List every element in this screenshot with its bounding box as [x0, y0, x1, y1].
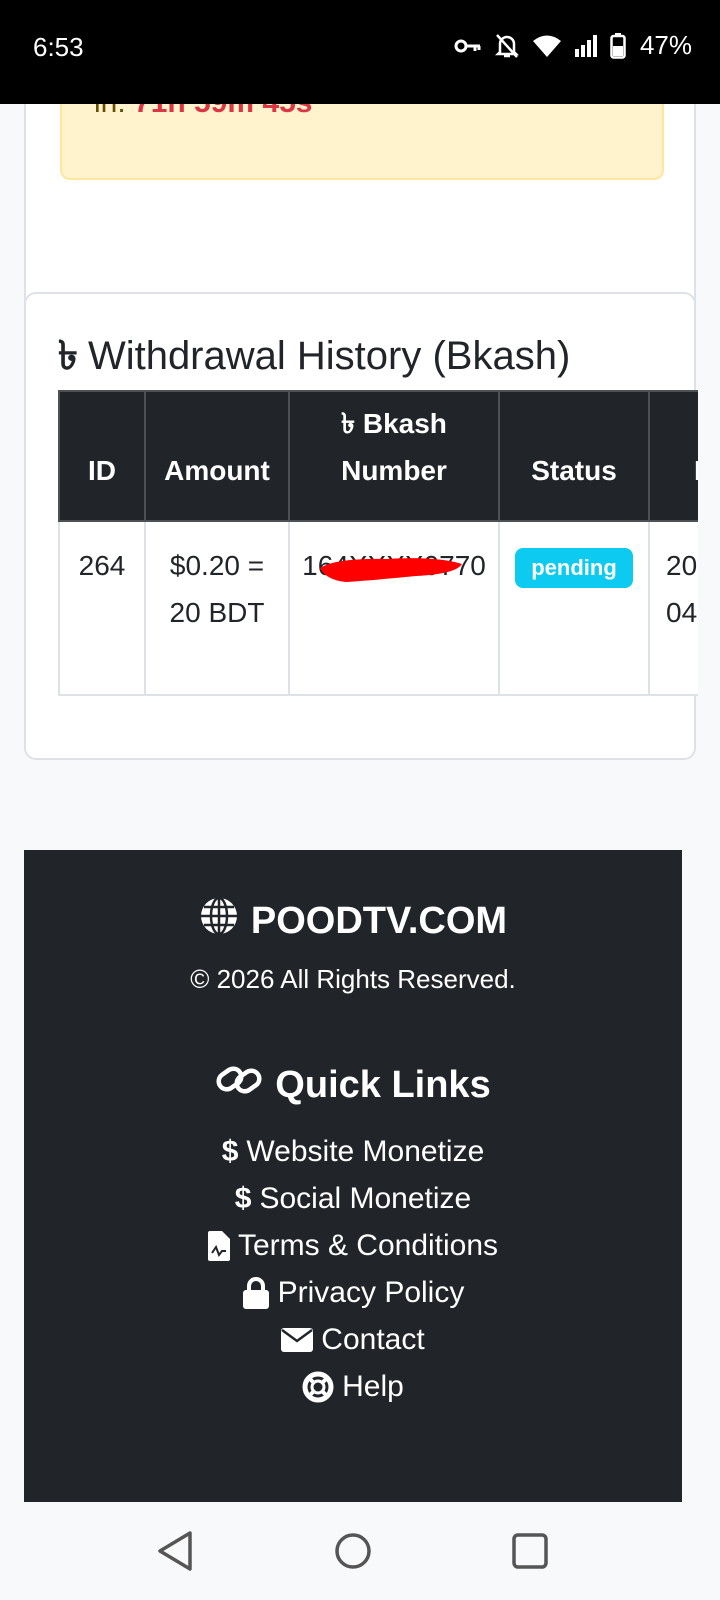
back-triangle-icon: [158, 1531, 192, 1571]
site-footer: POODTV.COM © 2026 All Rights Reserved. Q…: [24, 850, 682, 1502]
header-status: Status: [498, 390, 650, 522]
link-label: Terms & Conditions: [237, 1228, 499, 1262]
withdrawal-history-card: ৳ Withdrawal History (Bkash) ID Amount ৳ …: [24, 292, 698, 760]
home-button[interactable]: [333, 1530, 373, 1577]
link-website-monetize[interactable]: $ Website Monetize: [24, 1128, 682, 1175]
quick-links-list: $ Website Monetize $ Social Monetize Ter…: [24, 1128, 682, 1410]
status-time: 6:53: [33, 32, 84, 62]
system-nav-bar: [0, 1502, 720, 1600]
header-date: D: [648, 390, 698, 522]
table-header-row: ID Amount ৳ Bkash Number Status D: [58, 390, 698, 522]
header-id: ID: [58, 390, 146, 522]
dollar-icon: $: [234, 1181, 252, 1215]
back-button[interactable]: [156, 1530, 196, 1577]
link-label: Help: [342, 1369, 404, 1403]
taka-icon: ৳: [341, 408, 356, 439]
battery-percent: 47%: [639, 30, 692, 60]
brand-name: POODTV.COM: [250, 899, 508, 942]
redacted-number: 164XXXX0770: [302, 542, 486, 589]
link-social-monetize[interactable]: $ Social Monetize: [24, 1175, 682, 1222]
signal-icon: [574, 34, 598, 57]
history-table: ID Amount ৳ Bkash Number Status D 264 $0…: [58, 390, 698, 696]
quick-links-label: Quick Links: [275, 1063, 491, 1106]
vpn-key-icon: [454, 36, 482, 56]
globe-icon: [199, 896, 239, 946]
countdown-alert: in: 71h 59m 45s: [60, 104, 664, 180]
link-privacy-policy[interactable]: Privacy Policy: [24, 1269, 682, 1316]
link-label: Website Monetize: [246, 1134, 485, 1168]
header-amount: Amount: [144, 390, 290, 522]
recents-square-icon: [512, 1533, 548, 1569]
history-table-container[interactable]: ID Amount ৳ Bkash Number Status D 264 $0…: [58, 390, 698, 696]
alert-text: in: 71h 59m 45s: [94, 104, 313, 120]
redaction-mark: [320, 558, 463, 582]
file-contract-icon: [207, 1230, 230, 1261]
status-icons: 47%: [454, 30, 692, 61]
link-terms-conditions[interactable]: Terms & Conditions: [24, 1222, 682, 1269]
header-bkash-number: ৳ Bkash Number: [288, 390, 500, 522]
history-title-text: Withdrawal History (Bkash): [87, 334, 571, 378]
status-badge: pending: [515, 548, 633, 588]
footer-brand[interactable]: POODTV.COM: [24, 896, 682, 946]
countdown-timer: 71h 59m 45s: [134, 104, 312, 119]
home-circle-icon: [335, 1533, 371, 1569]
notifications-off-icon: [494, 32, 520, 60]
link-label: Privacy Policy: [277, 1275, 465, 1309]
lock-icon: [242, 1276, 270, 1309]
link-icon: [215, 1062, 263, 1108]
wifi-icon: [532, 34, 562, 58]
envelope-icon: [281, 1327, 314, 1352]
status-bar: 6:53 47%: [0, 0, 720, 104]
cell-status: pending: [498, 520, 650, 696]
cell-bkash-number: 164XXXX0770: [288, 520, 500, 696]
cell-id: 264: [58, 520, 146, 696]
link-contact[interactable]: Contact: [24, 1316, 682, 1363]
link-label: Contact: [321, 1322, 425, 1356]
history-title: ৳ Withdrawal History (Bkash): [58, 324, 570, 391]
battery-icon: [610, 32, 626, 59]
recents-button[interactable]: [510, 1530, 550, 1577]
table-row: 264 $0.20 = 20 BDT 164XXXX0770 pending 2…: [58, 520, 698, 696]
dollar-icon: $: [221, 1134, 239, 1168]
copyright: © 2026 All Rights Reserved.: [190, 964, 516, 994]
taka-icon: ৳: [58, 334, 78, 378]
life-ring-icon: [302, 1371, 334, 1403]
quick-links-title: Quick Links: [24, 1062, 682, 1108]
link-help[interactable]: Help: [24, 1363, 682, 1410]
page-content: in: 71h 59m 45s ৳Withdrawal History (Bka…: [0, 104, 720, 1502]
cell-date: 2026-04- 18:: [648, 520, 698, 696]
cell-amount: $0.20 = 20 BDT: [144, 520, 290, 696]
alert-prefix: in:: [94, 104, 126, 119]
link-label: Social Monetize: [259, 1181, 472, 1215]
